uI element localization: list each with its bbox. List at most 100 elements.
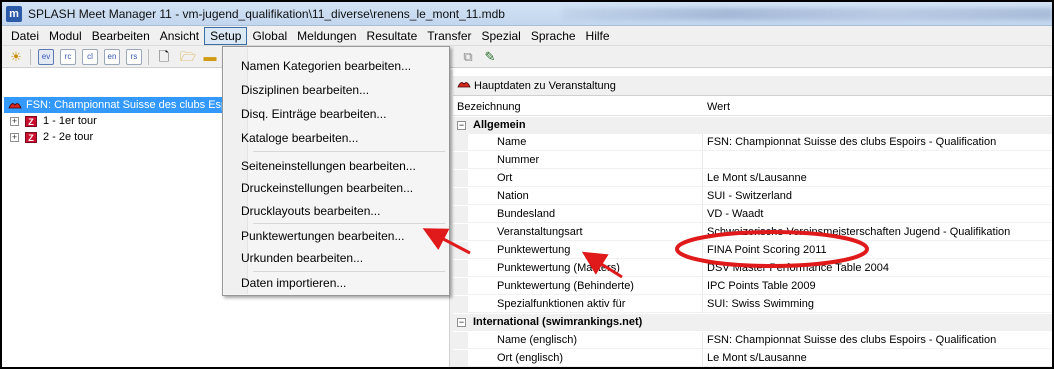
property-name: Veranstaltungsart xyxy=(497,226,583,238)
tree-item-label: 2 - 2e tour xyxy=(43,131,94,143)
menu-bearbeiten[interactable]: Bearbeiten xyxy=(87,27,155,45)
menu-spezial[interactable]: Spezial xyxy=(476,27,525,45)
toolbar-separator xyxy=(30,49,31,65)
menu-sprache[interactable]: Sprache xyxy=(526,27,581,45)
toolbar: ☀ ev rc cl en rs 🗋 🗁 ▬ ⧉ ✎ xyxy=(2,46,1052,68)
property-value[interactable]: FSN: Championnat Suisse des clubs Espoir… xyxy=(707,136,996,148)
menu-datei[interactable]: Datei xyxy=(6,27,44,45)
toolbar-separator xyxy=(148,49,149,65)
property-name: Punktewertung (Masters) xyxy=(497,262,620,274)
property-value[interactable]: IPC Points Table 2009 xyxy=(707,280,816,292)
property-value[interactable]: DSV Master Performance Table 2004 xyxy=(707,262,889,274)
column-header-name[interactable]: Bezeichnung xyxy=(457,101,521,113)
clubs-button[interactable]: cl xyxy=(82,49,98,65)
collapse-icon[interactable]: − xyxy=(457,318,466,327)
tree-item-round-1[interactable]: + Z 1 - 1er tour xyxy=(4,113,97,129)
results-button[interactable]: rs xyxy=(126,49,142,65)
section-international[interactable]: − International (swimrankings.net) xyxy=(453,314,1052,331)
properties-header: Hauptdaten zu Veranstaltung xyxy=(453,76,1052,96)
property-row[interactable]: Name (englisch) FSN: Championnat Suisse d… xyxy=(453,332,1052,349)
menu-item-daten-importieren[interactable]: Daten importieren... xyxy=(225,272,447,294)
property-name: Punktewertung xyxy=(497,244,571,256)
property-name: Bundesland xyxy=(497,208,556,220)
property-name: Name (englisch) xyxy=(497,334,578,346)
app-window: m SPLASH Meet Manager 11 - vm-jugend_qua… xyxy=(0,0,1054,369)
menu-item-disziplinen[interactable]: Disziplinen bearbeiten... xyxy=(225,79,447,101)
property-grid: Bezeichnung Wert − Allgemein Name FSN: Ch… xyxy=(453,99,1052,367)
menu-item-urkunden[interactable]: Urkunden bearbeiten... xyxy=(225,247,447,269)
property-value[interactable]: Le Mont s/Lausanne xyxy=(707,172,807,184)
setup-menu: Namen Kategorien bearbeiten... Disziplin… xyxy=(222,46,450,296)
property-value[interactable]: VD - Waadt xyxy=(707,208,763,220)
property-value[interactable]: SUI - Switzerland xyxy=(707,190,792,202)
records-button[interactable]: rc xyxy=(60,49,76,65)
menu-resultate[interactable]: Resultate xyxy=(362,27,423,45)
tree-item-label: 1 - 1er tour xyxy=(43,115,97,127)
menu-item-druckeinstellungen[interactable]: Druckeinstellungen bearbeiten... xyxy=(225,177,447,199)
properties-title: Hauptdaten zu Veranstaltung xyxy=(474,79,616,92)
session-icon: Z xyxy=(25,115,37,127)
folder-icon[interactable]: ▬ xyxy=(202,49,218,65)
column-header-value[interactable]: Wert xyxy=(707,101,730,113)
menu-item-punktewertungen[interactable]: Punktewertungen bearbeiten... xyxy=(225,225,447,247)
menu-ansicht[interactable]: Ansicht xyxy=(155,27,204,45)
menu-item-seiteneinstellungen[interactable]: Seiteneinstellungen bearbeiten... xyxy=(225,155,447,177)
property-row-punktewertung[interactable]: Punktewertung FINA Point Scoring 2011 xyxy=(453,242,1052,259)
property-row[interactable]: Nummer xyxy=(453,152,1052,169)
menu-item-drucklayouts[interactable]: Drucklayouts bearbeiten... xyxy=(225,200,447,222)
property-row[interactable]: Nation SUI - Switzerland xyxy=(453,188,1052,205)
section-allgemein[interactable]: − Allgemein xyxy=(453,117,1052,134)
property-name: Nummer xyxy=(497,154,540,166)
collapse-icon[interactable]: − xyxy=(457,121,466,130)
property-name: Ort xyxy=(497,172,513,184)
open-folder-icon[interactable]: 🗁 xyxy=(180,49,196,65)
menu-hilfe[interactable]: Hilfe xyxy=(581,27,615,45)
entries-button[interactable]: en xyxy=(104,49,120,65)
tree-root-label: FSN: Championnat Suisse des clubs Espo xyxy=(26,99,234,111)
property-row[interactable]: Veranstaltungsart Schweizerische Vereinsm… xyxy=(453,224,1052,241)
property-row[interactable]: Ort Le Mont s/Lausanne xyxy=(453,170,1052,187)
menu-transfer[interactable]: Transfer xyxy=(422,27,476,45)
tree-item-round-2[interactable]: + Z 2 - 2e tour xyxy=(4,129,93,145)
menu-global[interactable]: Global xyxy=(247,27,292,45)
property-value[interactable]: FSN: Championnat Suisse des clubs Espoir… xyxy=(707,334,996,346)
property-name: Name xyxy=(497,136,527,148)
title-bar: m SPLASH Meet Manager 11 - vm-jugend_qua… xyxy=(2,2,1052,26)
property-name: Punktewertung (Behinderte) xyxy=(497,280,634,292)
property-row[interactable]: Punktewertung (Behinderte) IPC Points Tab… xyxy=(453,278,1052,295)
wizard-icon[interactable]: ☀ xyxy=(8,49,24,65)
property-value[interactable]: Schweizerische Vereinsmeisterschaften Ju… xyxy=(707,226,1010,238)
menu-item-kataloge[interactable]: Kataloge bearbeiten... xyxy=(225,127,447,149)
property-value[interactable]: FINA Point Scoring 2011 xyxy=(707,244,827,256)
expand-icon[interactable]: + xyxy=(10,132,19,142)
window-title: SPLASH Meet Manager 11 - vm-jugend_quali… xyxy=(28,6,505,21)
new-file-icon[interactable]: 🗋 xyxy=(156,49,172,65)
menu-separator xyxy=(253,223,445,224)
events-button[interactable]: ev xyxy=(38,49,54,65)
menu-item-namen-kategorien[interactable]: Namen Kategorien bearbeiten... xyxy=(225,55,447,77)
property-name: Ort (englisch) xyxy=(497,352,564,364)
property-row[interactable]: Bundesland VD - Waadt xyxy=(453,206,1052,223)
edit-icon[interactable]: ✎ xyxy=(482,49,498,65)
property-name: Nation xyxy=(497,190,529,202)
property-name: Spezialfunktionen aktiv für xyxy=(497,298,626,310)
menu-meldungen[interactable]: Meldungen xyxy=(292,27,361,45)
property-value[interactable]: Le Mont s/Lausanne xyxy=(707,352,807,364)
meet-icon xyxy=(457,79,471,92)
property-row[interactable]: Ort (englisch) Le Mont s/Lausanne xyxy=(453,350,1052,367)
property-row[interactable]: Punktewertung (Masters) DSV Master Perfor… xyxy=(453,260,1052,277)
menu-modul[interactable]: Modul xyxy=(44,27,87,45)
blurred-title-area xyxy=(562,8,1052,20)
copy-icon[interactable]: ⧉ xyxy=(460,49,476,65)
menu-separator xyxy=(253,151,445,152)
grid-header: Bezeichnung Wert xyxy=(453,99,1052,116)
menu-setup[interactable]: Setup xyxy=(204,26,248,45)
menu-item-disq-eintraege[interactable]: Disq. Einträge bearbeiten... xyxy=(225,103,447,125)
property-value[interactable]: SUI: Swiss Swimming xyxy=(707,298,814,310)
property-row[interactable]: Name FSN: Championnat Suisse des clubs Es… xyxy=(453,134,1052,151)
menu-bar: Datei Modul Bearbeiten Ansicht Setup Glo… xyxy=(2,26,1052,46)
meet-icon xyxy=(8,100,22,110)
property-row[interactable]: Spezialfunktionen aktiv für SUI: Swiss Sw… xyxy=(453,296,1052,313)
expand-icon[interactable]: + xyxy=(10,116,19,126)
session-icon: Z xyxy=(25,131,37,143)
